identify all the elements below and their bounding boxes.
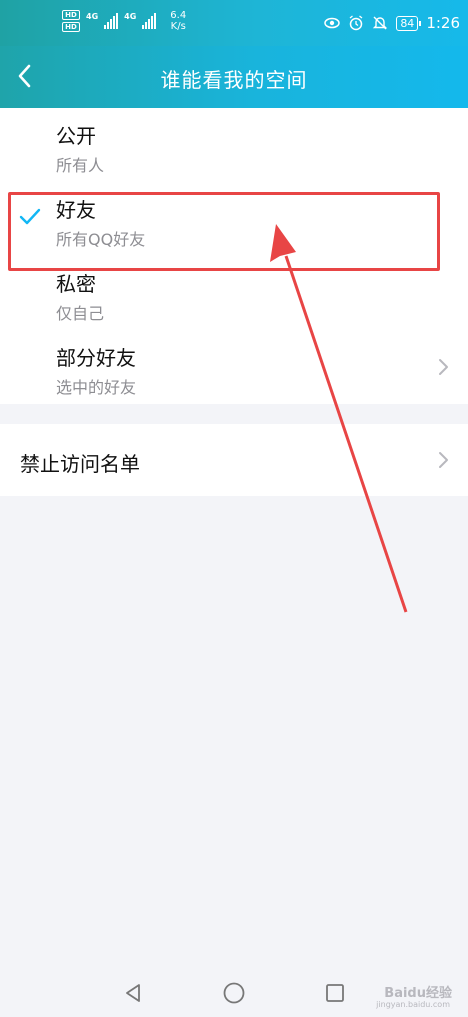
option-public[interactable]: 公开 所有人 bbox=[0, 108, 468, 182]
option-friends[interactable]: 好友 所有QQ好友 bbox=[0, 182, 468, 256]
checkmark-icon bbox=[19, 208, 41, 225]
watermark-brand: Baidu经验 bbox=[384, 986, 452, 1001]
speed-unit: K/s bbox=[170, 21, 186, 32]
option-subtitle: 仅自己 bbox=[56, 304, 105, 323]
option-subtitle: 选中的好友 bbox=[56, 378, 137, 397]
chevron-right-icon bbox=[439, 452, 448, 468]
triangle-back-icon bbox=[126, 984, 140, 1002]
option-title: 私密 bbox=[56, 272, 96, 296]
status-left: HD HD 4G 4G 6.4 K/s bbox=[62, 10, 186, 32]
visibility-options: 公开 所有人 好友 所有QQ好友 私密 仅自己 部分好友 选中的好友 bbox=[0, 108, 468, 404]
title-bar: 谁能看我的空间 bbox=[0, 46, 468, 108]
blocked-visitors-row[interactable]: 禁止访问名单 bbox=[0, 424, 468, 496]
nav-recents-button[interactable] bbox=[322, 980, 348, 1006]
option-subtitle: 所有QQ好友 bbox=[56, 230, 146, 249]
eye-icon bbox=[324, 15, 341, 31]
option-some-friends[interactable]: 部分好友 选中的好友 bbox=[0, 330, 468, 404]
hd-badge-2: HD bbox=[62, 22, 80, 32]
blocked-visitors-label: 禁止访问名单 bbox=[20, 452, 140, 476]
speed-value: 6.4 bbox=[170, 10, 187, 21]
signal-icon-1 bbox=[104, 13, 119, 29]
status-right: 84 1:26 bbox=[324, 14, 460, 32]
network-type-2: 4G bbox=[124, 11, 137, 21]
status-bar: HD HD 4G 4G 6.4 K/s 84 1:26 bbox=[0, 0, 468, 46]
page-title: 谁能看我的空间 bbox=[160, 68, 308, 92]
signal-icon-2 bbox=[142, 13, 157, 29]
option-title: 部分好友 bbox=[56, 346, 136, 370]
watermark-url: jingyan.baidu.com bbox=[376, 1000, 450, 1009]
square-recents-icon bbox=[326, 984, 344, 1002]
option-private[interactable]: 私密 仅自己 bbox=[0, 256, 468, 330]
hd-indicators: HD HD bbox=[62, 10, 80, 32]
alarm-icon bbox=[348, 15, 364, 31]
hd-badge-1: HD bbox=[62, 10, 80, 20]
battery-icon: 84 bbox=[396, 15, 422, 31]
clock: 1:26 bbox=[426, 14, 460, 32]
network-type-1: 4G bbox=[86, 11, 99, 21]
chevron-right-icon bbox=[439, 359, 448, 375]
option-title: 公开 bbox=[56, 124, 96, 148]
circle-home-icon bbox=[223, 982, 245, 1004]
option-subtitle: 所有人 bbox=[56, 156, 105, 175]
option-title: 好友 bbox=[56, 198, 96, 222]
nav-home-button[interactable] bbox=[221, 980, 247, 1006]
network-speed: 6.4 K/s bbox=[170, 10, 186, 32]
mute-bell-icon bbox=[372, 15, 388, 31]
nav-back-button[interactable] bbox=[120, 980, 146, 1006]
